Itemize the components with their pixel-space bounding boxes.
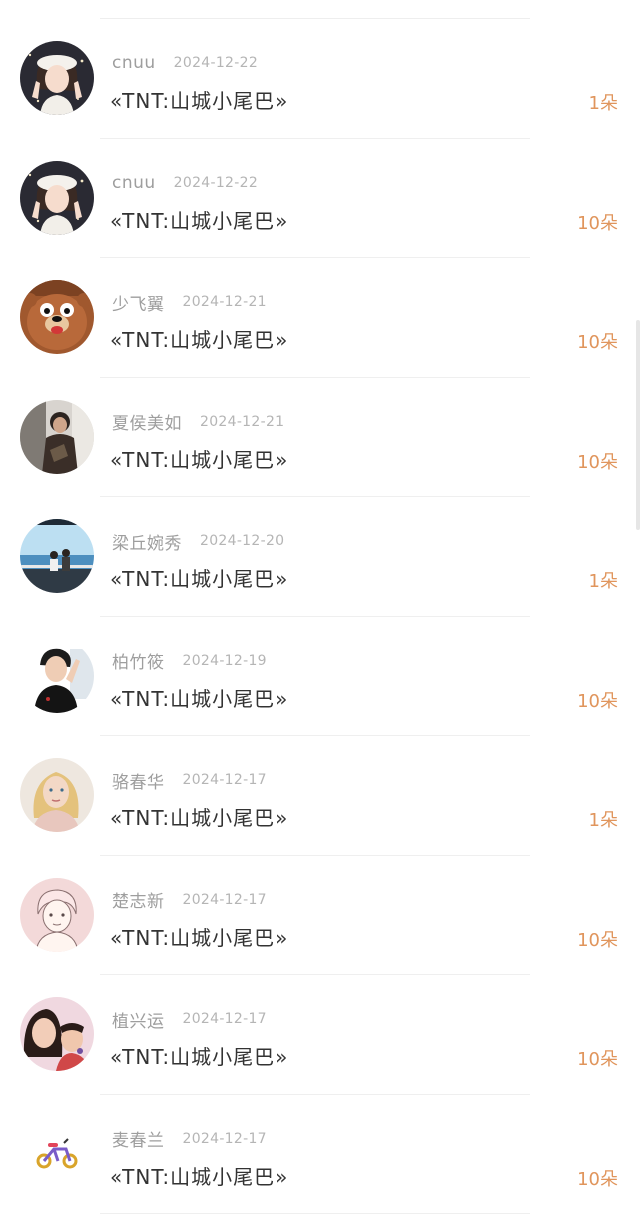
record-meta: 梁丘婉秀 2024-12-20	[112, 529, 284, 553]
avatar[interactable]	[20, 758, 94, 832]
record-meta: 楚志新 2024-12-17	[112, 888, 267, 912]
flower-count: 1朵	[589, 89, 618, 115]
list-item[interactable]: 梁丘婉秀 2024-12-20 «TNT:山城小尾巴» 1朵	[0, 497, 640, 617]
avatar[interactable]	[20, 997, 94, 1071]
book-title[interactable]: «TNT:山城小尾巴»	[110, 1161, 288, 1190]
list-item[interactable]: 骆春华 2024-12-17 «TNT:山城小尾巴» 1朵	[0, 736, 640, 856]
username[interactable]: 骆春华	[112, 768, 165, 793]
username[interactable]: 植兴运	[112, 1007, 165, 1032]
book-title[interactable]: «TNT:山城小尾巴»	[110, 85, 288, 114]
avatar[interactable]	[20, 1117, 94, 1191]
record-meta: 骆春华 2024-12-17	[112, 768, 267, 792]
avatar[interactable]	[20, 41, 94, 115]
list-item[interactable]: cnuu 2024-12-22 «TNT:山城小尾巴» 1朵	[0, 19, 640, 139]
record-meta: 柏竹筱 2024-12-19	[112, 649, 267, 673]
avatar[interactable]	[20, 878, 94, 952]
gift-record-list: cnuu 2024-12-22 «TNT:山城小尾巴» 1朵 cnuu 2024-12-…	[0, 19, 640, 1214]
flower-count: 1朵	[589, 806, 618, 832]
list-item[interactable]: 麦春兰 2024-12-17 «TNT:山城小尾巴» 10朵	[0, 1095, 640, 1214]
flower-count: 10朵	[577, 1165, 618, 1191]
record-date: 2024-12-21	[200, 414, 284, 430]
flower-count: 1朵	[589, 567, 618, 593]
record-date: 2024-12-17	[183, 772, 267, 788]
book-title[interactable]: «TNT:山城小尾巴»	[110, 802, 288, 831]
record-date: 2024-12-20	[200, 533, 284, 549]
avatar[interactable]	[20, 639, 94, 713]
username[interactable]: 夏侯美如	[112, 409, 182, 434]
book-title[interactable]: «TNT:山城小尾巴»	[110, 922, 288, 951]
username[interactable]: cnuu	[112, 173, 156, 193]
flower-count: 10朵	[577, 328, 618, 354]
book-title[interactable]: «TNT:山城小尾巴»	[110, 205, 288, 234]
book-title[interactable]: «TNT:山城小尾巴»	[110, 444, 288, 473]
flower-count: 10朵	[577, 209, 618, 235]
scroll-indicator[interactable]	[636, 320, 640, 530]
record-date: 2024-12-17	[183, 1131, 267, 1147]
record-date: 2024-12-17	[183, 1011, 267, 1027]
list-item[interactable]: cnuu 2024-12-22 «TNT:山城小尾巴» 10朵	[0, 139, 640, 259]
username[interactable]: 梁丘婉秀	[112, 529, 182, 554]
record-meta: 麦春兰 2024-12-17	[112, 1127, 267, 1151]
flower-count: 10朵	[577, 687, 618, 713]
flower-count: 10朵	[577, 926, 618, 952]
avatar[interactable]	[20, 400, 94, 474]
avatar[interactable]	[20, 161, 94, 235]
flower-count: 10朵	[577, 448, 618, 474]
username[interactable]: 楚志新	[112, 887, 165, 912]
list-item[interactable]: 少飞翼 2024-12-21 «TNT:山城小尾巴» 10朵	[0, 258, 640, 378]
username[interactable]: 麦春兰	[112, 1126, 165, 1151]
book-title[interactable]: «TNT:山城小尾巴»	[110, 683, 288, 712]
record-meta: cnuu 2024-12-22	[112, 171, 258, 195]
username[interactable]: 少飞翼	[112, 290, 165, 315]
username[interactable]: 柏竹筱	[112, 648, 165, 673]
book-title[interactable]: «TNT:山城小尾巴»	[110, 563, 288, 592]
username[interactable]: cnuu	[112, 53, 156, 73]
book-title[interactable]: «TNT:山城小尾巴»	[110, 1041, 288, 1070]
list-item[interactable]: 植兴运 2024-12-17 «TNT:山城小尾巴» 10朵	[0, 975, 640, 1095]
list-item[interactable]: 夏侯美如 2024-12-21 «TNT:山城小尾巴» 10朵	[0, 378, 640, 498]
record-meta: 少飞翼 2024-12-21	[112, 290, 267, 314]
record-date: 2024-12-19	[183, 653, 267, 669]
record-date: 2024-12-22	[174, 55, 258, 71]
list-item[interactable]: 楚志新 2024-12-17 «TNT:山城小尾巴» 10朵	[0, 856, 640, 976]
list-item[interactable]: 柏竹筱 2024-12-19 «TNT:山城小尾巴» 10朵	[0, 617, 640, 737]
record-date: 2024-12-17	[183, 892, 267, 908]
avatar[interactable]	[20, 280, 94, 354]
record-meta: 夏侯美如 2024-12-21	[112, 410, 284, 434]
flower-count: 10朵	[577, 1045, 618, 1071]
book-title[interactable]: «TNT:山城小尾巴»	[110, 324, 288, 353]
record-meta: cnuu 2024-12-22	[112, 51, 258, 75]
record-date: 2024-12-21	[183, 294, 267, 310]
record-meta: 植兴运 2024-12-17	[112, 1007, 267, 1031]
record-date: 2024-12-22	[174, 175, 258, 191]
avatar[interactable]	[20, 519, 94, 593]
